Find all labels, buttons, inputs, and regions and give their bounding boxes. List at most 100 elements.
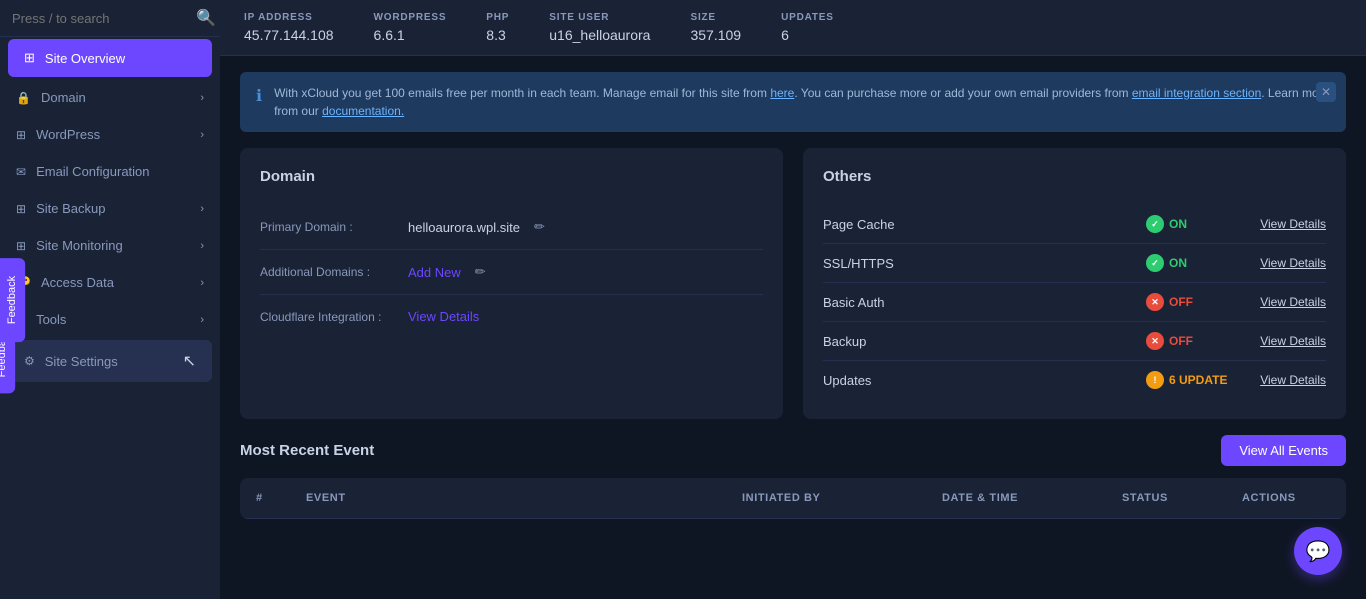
search-bar: 🔍 — [0, 0, 220, 37]
basic-auth-status: ✕ OFF — [1146, 293, 1236, 311]
backup-status: ✕ OFF — [1146, 332, 1236, 350]
stat-updates-label: UPDATES — [781, 12, 834, 23]
others-row-backup: Backup ✕ OFF View Details — [823, 322, 1326, 361]
stat-updates: UPDATES 6 — [781, 12, 834, 43]
others-row-page-cache: Page Cache ✓ ON View Details — [823, 205, 1326, 244]
page-cache-label: Page Cache — [823, 217, 1146, 232]
sidebar-item-domain[interactable]: 🔒 Domain › — [0, 79, 220, 116]
sidebar-item-site-settings[interactable]: ⚙ Site Settings ↖ — [8, 340, 212, 382]
banner-link-here[interactable]: here — [770, 86, 794, 100]
additional-domain-edit-icon[interactable]: ✏ — [475, 264, 486, 280]
col-date-time: Date & Time — [926, 478, 1106, 518]
ssl-label: SSL/HTTPS — [823, 256, 1146, 271]
others-card-title: Others — [823, 168, 1326, 185]
cloudflare-link[interactable]: View Details — [408, 309, 479, 324]
col-event: Event — [290, 478, 726, 518]
banner-link-integration[interactable]: email integration section — [1132, 86, 1261, 100]
page-cache-status-text: ON — [1169, 217, 1187, 231]
sidebar-item-wordpress[interactable]: ⊞ WordPress › — [0, 116, 220, 153]
primary-domain-row: Primary Domain : helloaurora.wpl.site ✏ — [260, 205, 763, 250]
sidebar-label-domain: Domain — [41, 90, 86, 105]
content-grid: Domain Primary Domain : helloaurora.wpl.… — [240, 148, 1346, 419]
stat-php: PHP 8.3 — [486, 12, 509, 43]
stat-wordpress: WORDPRESS 6.6.1 — [374, 12, 447, 43]
additional-domains-label: Additional Domains : — [260, 265, 400, 279]
sidebar-label-wordpress: WordPress — [36, 127, 100, 142]
others-row-ssl: SSL/HTTPS ✓ ON View Details — [823, 244, 1326, 283]
stat-site-user: SITE USER u16_helloaurora — [549, 12, 650, 43]
banner-close-button[interactable]: ✕ — [1316, 82, 1336, 102]
sidebar-label-access-data: Access Data — [41, 275, 114, 290]
primary-domain-edit-icon[interactable]: ✏ — [534, 219, 545, 235]
basic-auth-status-dot: ✕ — [1146, 293, 1164, 311]
cloudflare-value: View Details — [408, 309, 479, 324]
sidebar: 🔍 ⊞ Site Overview 🔒 Domain › ⊞ WordPress… — [0, 0, 220, 599]
stat-wp-label: WORDPRESS — [374, 12, 447, 23]
backup-label: Backup — [823, 334, 1146, 349]
additional-domains-row: Additional Domains : Add New ✏ — [260, 250, 763, 295]
basic-auth-view-details[interactable]: View Details — [1236, 295, 1326, 309]
tools-chevron: › — [200, 314, 204, 326]
feedback-button[interactable]: Feedback — [0, 257, 25, 341]
sidebar-item-tools[interactable]: ⊞ Tools › — [0, 301, 220, 338]
stat-user-value: u16_helloaurora — [549, 27, 650, 43]
basic-auth-status-text: OFF — [1169, 295, 1193, 309]
table-header: # Event Initiated By Date & Time Status … — [240, 478, 1346, 519]
add-new-link[interactable]: Add New — [408, 265, 461, 280]
others-card: Others Page Cache ✓ ON View Details SSL/… — [803, 148, 1346, 419]
sidebar-item-site-backup[interactable]: ⊞ Site Backup › — [0, 190, 220, 227]
backup-view-details[interactable]: View Details — [1236, 334, 1326, 348]
settings-icon: ⚙ — [24, 354, 35, 368]
updates-status: ! 6 UPDATE — [1146, 371, 1236, 389]
primary-domain-label: Primary Domain : — [260, 220, 400, 234]
info-banner: ℹ With xCloud you get 100 emails free pe… — [240, 72, 1346, 132]
domain-card-title: Domain — [260, 168, 763, 185]
ssl-view-details[interactable]: View Details — [1236, 256, 1326, 270]
basic-auth-label: Basic Auth — [823, 295, 1146, 310]
view-all-events-button[interactable]: View All Events — [1221, 435, 1346, 466]
stat-size-value: 357.109 — [690, 27, 741, 43]
stat-ip-value: 45.77.144.108 — [244, 27, 334, 43]
settings-cursor: ↖ — [183, 351, 196, 371]
sidebar-item-site-overview[interactable]: ⊞ Site Overview — [8, 39, 212, 77]
updates-view-details[interactable]: View Details — [1236, 373, 1326, 387]
sidebar-label-tools: Tools — [36, 312, 66, 327]
monitoring-icon: ⊞ — [16, 239, 26, 253]
others-row-updates: Updates ! 6 UPDATE View Details — [823, 361, 1326, 399]
events-header: Most Recent Event View All Events — [240, 435, 1346, 466]
sidebar-item-access-data[interactable]: 🔑 Access Data › — [0, 264, 220, 301]
stat-php-value: 8.3 — [486, 27, 509, 43]
col-hash: # — [240, 478, 290, 518]
email-icon: ✉ — [16, 165, 26, 179]
main-content: IP ADDRESS 45.77.144.108 WORDPRESS 6.6.1… — [220, 0, 1366, 599]
sidebar-label-site-monitoring: Site Monitoring — [36, 238, 123, 253]
stat-wp-value: 6.6.1 — [374, 27, 447, 43]
cloudflare-row: Cloudflare Integration : View Details — [260, 295, 763, 338]
search-input[interactable] — [12, 11, 188, 26]
sidebar-item-site-monitoring[interactable]: ⊞ Site Monitoring › — [0, 227, 220, 264]
page-cache-status: ✓ ON — [1146, 215, 1236, 233]
col-actions: Actions — [1226, 478, 1346, 518]
ssl-status-dot: ✓ — [1146, 254, 1164, 272]
backup-chevron: › — [200, 203, 204, 215]
updates-status-dot: ! — [1146, 371, 1164, 389]
page-cache-status-dot: ✓ — [1146, 215, 1164, 233]
sidebar-item-email-configuration[interactable]: ✉ Email Configuration — [0, 153, 220, 190]
sidebar-label-email: Email Configuration — [36, 164, 149, 179]
access-data-chevron: › — [200, 277, 204, 289]
stat-php-label: PHP — [486, 12, 509, 23]
page-cache-view-details[interactable]: View Details — [1236, 217, 1326, 231]
banner-link-docs[interactable]: documentation. — [322, 104, 404, 118]
others-row-basic-auth: Basic Auth ✕ OFF View Details — [823, 283, 1326, 322]
primary-domain-link[interactable]: helloaurora.wpl.site — [408, 220, 520, 235]
updates-status-text: 6 UPDATE — [1169, 373, 1227, 387]
chat-button[interactable]: 💬 — [1294, 527, 1342, 575]
domain-chevron: › — [200, 92, 204, 104]
stat-size-label: SIZE — [690, 12, 741, 23]
wordpress-chevron: › — [200, 129, 204, 141]
stat-ip-label: IP ADDRESS — [244, 12, 334, 23]
sidebar-label-site-settings: Site Settings — [45, 354, 118, 369]
wordpress-icon: ⊞ — [16, 128, 26, 142]
info-icon: ℹ — [256, 85, 262, 109]
stat-updates-value: 6 — [781, 27, 834, 43]
